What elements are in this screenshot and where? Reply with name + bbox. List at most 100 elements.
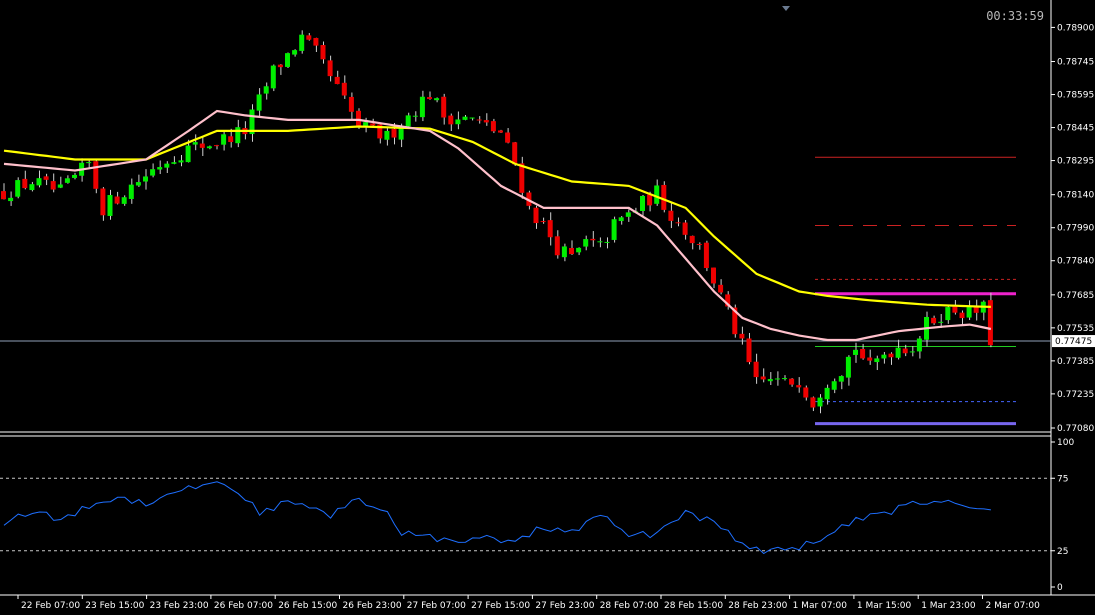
rsi-tick-label: 25	[1057, 547, 1068, 557]
trading-chart[interactable]: 0.77475 0.789000.787450.785950.784450.78…	[0, 0, 1095, 615]
candle-body	[867, 357, 873, 361]
price-tick-label: 0.78295	[1057, 157, 1094, 167]
candle-body	[57, 184, 63, 188]
price-tick-label: 0.77685	[1057, 291, 1094, 301]
candle-body	[519, 163, 525, 193]
candle-body	[285, 53, 290, 67]
candle-body	[668, 210, 674, 221]
candle-body	[853, 349, 858, 355]
candle-body	[760, 376, 766, 380]
price-tick-label: 0.78445	[1057, 124, 1094, 134]
time-tick-label: 26 Feb 23:00	[343, 601, 402, 611]
candle-body	[618, 217, 624, 222]
candle-body	[824, 387, 830, 400]
candle-body	[909, 351, 915, 353]
time-tick-label: 26 Feb 15:00	[278, 601, 337, 611]
time-tick-label: 28 Feb 23:00	[728, 601, 787, 611]
candle-body	[1, 191, 6, 200]
price-tick-label: 0.78140	[1057, 191, 1094, 201]
candle-body	[796, 385, 802, 388]
candle-body	[881, 354, 887, 359]
candle-body	[711, 267, 716, 284]
candle-body	[93, 161, 99, 189]
time-tick-label: 28 Feb 15:00	[664, 601, 723, 611]
candle-body	[547, 220, 553, 238]
candle-body	[221, 134, 227, 145]
candle-body	[490, 121, 496, 132]
time-tick-label: 27 Feb 07:00	[407, 601, 466, 611]
candle-body	[789, 378, 795, 385]
candle-body	[412, 115, 418, 117]
candle-body	[341, 82, 347, 96]
time-tick-label: 27 Feb 23:00	[535, 601, 594, 611]
candle-body	[782, 378, 787, 380]
candle-body	[320, 45, 326, 60]
candle-body	[86, 162, 92, 164]
candle-body	[718, 284, 724, 293]
candle-body	[533, 207, 539, 224]
candle-body	[569, 247, 574, 255]
candle-body	[774, 378, 780, 380]
candle-body	[299, 34, 305, 51]
candle-body	[8, 197, 14, 202]
candle-body	[419, 96, 425, 118]
candle-body	[654, 185, 660, 204]
candle-body	[313, 37, 319, 46]
candle-body	[838, 376, 844, 382]
candle-body	[469, 117, 475, 119]
candle-body	[931, 317, 937, 324]
price-tick-label: 0.78900	[1057, 23, 1094, 33]
candle-body	[427, 97, 432, 99]
candle-body	[625, 212, 631, 217]
time-tick-label: 26 Feb 07:00	[214, 601, 273, 611]
candle-body	[398, 127, 404, 140]
price-tick-label: 0.77840	[1057, 257, 1094, 267]
candle-body	[157, 167, 163, 170]
candle-body	[576, 247, 582, 253]
rsi-tick-label: 75	[1057, 474, 1068, 484]
rsi-line	[3, 481, 991, 555]
candle-body	[64, 178, 70, 183]
candle-body	[583, 239, 589, 247]
candle-body	[150, 169, 156, 176]
candle-body	[902, 348, 908, 354]
candle-body	[455, 119, 461, 125]
candle-body	[860, 348, 866, 359]
time-tick-label: 27 Feb 15:00	[471, 601, 530, 611]
price-tick-label: 0.77385	[1057, 357, 1094, 367]
candle-body	[512, 142, 518, 165]
candle-body	[391, 128, 397, 138]
candle-body	[100, 188, 106, 216]
candle-body	[263, 86, 269, 94]
candle-body	[72, 174, 77, 178]
scroll-marker-icon[interactable]	[782, 6, 790, 11]
candle-body	[29, 184, 35, 191]
time-tick-label: 23 Feb 15:00	[85, 601, 144, 611]
candle-body	[696, 243, 702, 245]
time-axis: 22 Feb 07:00 23 Feb 15:00 23 Feb 23:00 26 F…	[17, 595, 1040, 611]
candle-body	[682, 222, 688, 235]
candle-body	[235, 127, 241, 144]
candle-body	[845, 356, 851, 378]
price-tick-label: 0.78595	[1057, 91, 1094, 101]
candle-body	[966, 306, 972, 318]
ma-slow-line	[3, 125, 991, 308]
price-tick-label: 0.77235	[1057, 390, 1094, 400]
candle-body	[874, 358, 880, 363]
candle-body	[462, 116, 468, 120]
candle-body	[292, 50, 298, 55]
candle-body	[214, 145, 219, 147]
rsi-indicator: 100 75 25 0	[0, 438, 1074, 593]
candle-body	[43, 176, 49, 180]
candle-body	[22, 178, 28, 189]
time-tick-label: 1 Mar 15:00	[857, 601, 912, 611]
time-tick-label: 28 Feb 07:00	[600, 601, 659, 611]
candle-body	[15, 180, 21, 197]
candle-body	[384, 130, 390, 140]
candle-body	[753, 361, 759, 378]
candle-body	[114, 196, 120, 204]
candle-body	[107, 195, 113, 216]
candle-body	[703, 242, 709, 269]
candle-body	[938, 321, 944, 323]
candle-body	[611, 219, 617, 240]
